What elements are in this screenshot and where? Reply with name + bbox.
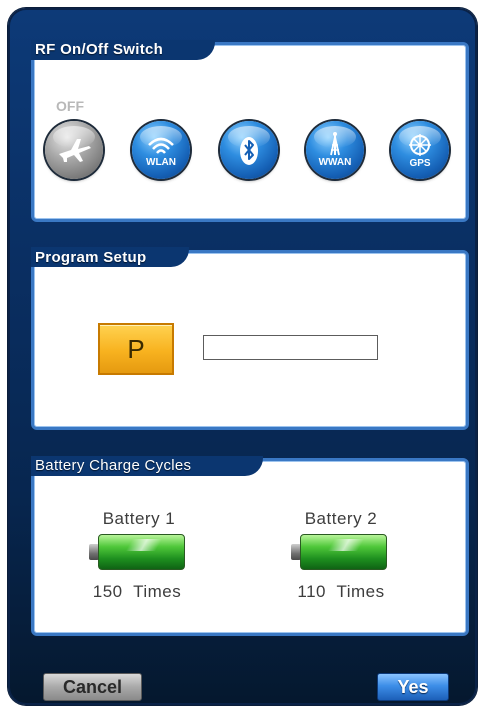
battery-2-count-unit: Times xyxy=(336,582,385,601)
battery-1-shine xyxy=(125,539,163,551)
battery-2-shine xyxy=(327,539,365,551)
rf-section-title-overlay: RF On/Off Switch xyxy=(35,41,164,58)
bluetooth-icon xyxy=(240,137,258,165)
gps-button[interactable]: GPS xyxy=(391,121,449,179)
yes-button[interactable]: Yes xyxy=(377,673,449,701)
program-section-title: Program Setup xyxy=(35,249,147,266)
battery-1-icon xyxy=(89,534,185,570)
battery-2-count-value: 110 xyxy=(297,582,326,601)
gps-label: GPS xyxy=(409,158,431,169)
wlan-button[interactable]: WLAN xyxy=(132,121,190,179)
program-p-button[interactable]: P xyxy=(98,323,174,375)
battery-1-count-value: 150 xyxy=(92,582,123,601)
battery-section-title: Battery Charge Cycles xyxy=(35,457,192,474)
bluetooth-button[interactable] xyxy=(220,121,278,179)
program-input[interactable] xyxy=(203,335,378,360)
battery-2-count: 110 Times xyxy=(282,582,400,602)
battery-2-icon xyxy=(291,534,387,570)
wwan-icon xyxy=(330,132,340,156)
wwan-button[interactable]: WWAN xyxy=(306,121,364,179)
battery-1-count: 150 Times xyxy=(78,582,196,602)
battery-1-body xyxy=(98,534,185,570)
battery-1-name: Battery 1 xyxy=(102,509,176,528)
battery-2-name: Battery 2 xyxy=(304,509,378,528)
cancel-button[interactable]: Cancel xyxy=(43,673,142,701)
battery-1-count-unit: Times xyxy=(133,582,182,601)
wwan-label: WWAN xyxy=(318,157,352,168)
airplane-off-label: OFF xyxy=(56,98,84,114)
wlan-label: WLAN xyxy=(146,157,176,168)
gps-icon xyxy=(409,134,431,156)
airplane-mode-button[interactable] xyxy=(45,121,103,179)
wlan-icon xyxy=(148,137,174,154)
battery-2-body xyxy=(300,534,387,570)
airplane-icon xyxy=(59,139,91,162)
